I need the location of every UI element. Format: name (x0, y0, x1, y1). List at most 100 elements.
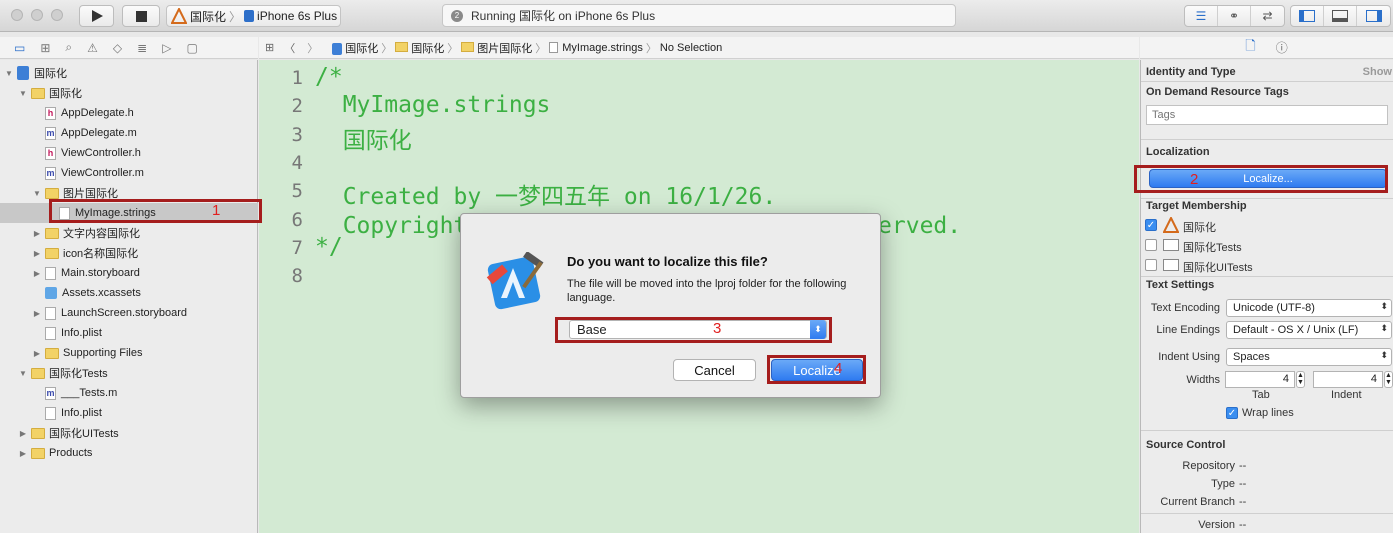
standard-editor-button[interactable]: ☰ (1185, 6, 1218, 26)
type-label: Type (1211, 478, 1235, 490)
disclosure-closed-icon[interactable]: ▶ (18, 429, 28, 438)
tree-item-label: 国际化Tests (49, 368, 108, 380)
assistant-editor-button[interactable]: ⚭ (1218, 6, 1251, 26)
disclosure-open-icon[interactable]: ▼ (4, 69, 14, 78)
file-inspector-icon[interactable]: 🗋 (1245, 37, 1255, 59)
activity-status: 2 Running 国际化 on iPhone 6s Plus (442, 4, 956, 27)
indent-width-stepper[interactable]: ▲ ▼ (1384, 371, 1393, 388)
toggle-debug-button[interactable] (1324, 6, 1357, 26)
tree-item-label: Assets.xcassets (62, 287, 141, 299)
breadcrumb-file[interactable]: MyImage.strings (549, 42, 643, 54)
indent-using-popup[interactable]: Spaces ⬍ (1226, 348, 1392, 366)
forward-arrow-icon[interactable]: 〉 (307, 40, 318, 56)
dialog-message: The file will be moved into the lproj fo… (567, 278, 847, 304)
breadcrumb-project[interactable]: 国际化 (332, 40, 378, 56)
implementation-file-icon: m (45, 386, 56, 400)
annotation-box-2 (1134, 165, 1388, 193)
breadcrumb-subgroup[interactable]: 图片国际化 (461, 40, 532, 56)
tree-item-label: ___Tests.m (61, 387, 118, 399)
file-inspector: Identity and Type Show On Demand Resourc… (1140, 60, 1393, 533)
disclosure-open-icon[interactable]: ▼ (18, 89, 28, 98)
toggle-utilities-button[interactable] (1357, 6, 1390, 26)
breadcrumb-separator-icon: 〉 (645, 42, 657, 55)
line-endings-popup[interactable]: Default - OS X / Unix (LF) ⬍ (1226, 321, 1392, 339)
close-window-button[interactable] (11, 9, 23, 21)
code-line: /* (315, 64, 343, 90)
tree-item[interactable]: ▶ Products (0, 443, 258, 463)
disclosure-closed-icon[interactable]: ▶ (32, 249, 42, 258)
stop-icon (136, 11, 147, 22)
tree-item-label: 国际化 (49, 88, 82, 100)
stop-button[interactable] (122, 5, 160, 27)
tree-item[interactable]: Info.plist (0, 403, 258, 423)
file-icon (45, 406, 56, 420)
tree-item[interactable]: Assets.xcassets (0, 283, 258, 303)
search-icon[interactable]: ⌕ (65, 40, 72, 55)
tags-input[interactable] (1146, 105, 1388, 125)
tree-item[interactable]: ▶ 文字内容国际化 (0, 223, 258, 243)
repository-label: Repository (1182, 460, 1235, 472)
tree-item[interactable]: h AppDelegate.h (0, 103, 258, 123)
report-navigator-icon[interactable]: ▢ (186, 41, 197, 55)
tree-item[interactable]: Info.plist (0, 323, 258, 343)
file-icon (45, 306, 56, 320)
back-arrow-icon[interactable]: 〈 (284, 40, 295, 56)
quick-help-icon[interactable]: ⓘ (1276, 39, 1288, 56)
tree-item[interactable]: ▼ 国际化Tests (0, 363, 258, 383)
text-encoding-popup[interactable]: Unicode (UTF-8) ⬍ (1226, 299, 1392, 317)
toolbar: 国际化 〉 iPhone 6s Plus 2 Running 国际化 on iP… (0, 0, 1393, 32)
tree-item[interactable]: m AppDelegate.m (0, 123, 258, 143)
lines-icon: ☰ (1195, 9, 1207, 23)
app-target-icon (1163, 217, 1179, 233)
disclosure-open-icon[interactable]: ▼ (18, 369, 28, 378)
section-divider (1141, 513, 1393, 514)
target-checkbox-tests[interactable] (1145, 239, 1157, 251)
tree-item[interactable]: ▶ 国际化UITests (0, 423, 258, 443)
target-checkbox-uitests[interactable] (1145, 259, 1157, 271)
section-divider (1141, 430, 1393, 431)
source-control-title: Source Control (1146, 439, 1226, 451)
disclosure-closed-icon[interactable]: ▶ (32, 229, 42, 238)
tree-item[interactable]: ▶ icon名称国际化 (0, 243, 258, 263)
repository-value: -- (1239, 460, 1247, 472)
tree-item[interactable]: m ViewController.m (0, 163, 258, 183)
tree-item[interactable]: ▼ 国际化 (0, 83, 258, 103)
code-line: MyImage.strings (315, 92, 551, 119)
tree-item[interactable]: h ViewController.h (0, 143, 258, 163)
zoom-window-button[interactable] (51, 9, 63, 21)
disclosure-closed-icon[interactable]: ▶ (18, 449, 28, 458)
project-navigator-icon[interactable]: ▭ (14, 41, 25, 55)
issue-navigator-icon[interactable]: ⚠ (87, 41, 98, 55)
breakpoint-navigator-icon[interactable]: ▷ (162, 41, 171, 55)
tree-item[interactable]: ▶ LaunchScreen.storyboard (0, 303, 258, 323)
tree-item[interactable]: ▶ Supporting Files (0, 343, 258, 363)
run-button[interactable] (79, 5, 114, 27)
disclosure-closed-icon[interactable]: ▶ (32, 309, 42, 318)
tree-item[interactable]: ▶ Main.storyboard (0, 263, 258, 283)
version-editor-button[interactable]: ⇄ (1251, 6, 1284, 26)
minimize-window-button[interactable] (31, 9, 43, 21)
disclosure-closed-icon[interactable]: ▶ (32, 269, 42, 278)
tree-item[interactable]: m ___Tests.m (0, 383, 258, 403)
tab-width-stepper[interactable]: ▲ ▼ (1296, 371, 1305, 388)
wrap-lines-checkbox[interactable]: ✓ (1226, 407, 1238, 419)
tab-width-field[interactable]: 4 (1225, 371, 1295, 388)
breadcrumb-selection[interactable]: No Selection (660, 42, 722, 54)
debug-navigator-icon[interactable]: ≣ (137, 41, 147, 55)
breadcrumb-group[interactable]: 国际化 (395, 40, 444, 56)
symbol-navigator-icon[interactable]: ⊞ (40, 41, 50, 55)
indent-width-field[interactable]: 4 (1313, 371, 1383, 388)
target-checkbox-main[interactable]: ✓ (1145, 219, 1157, 231)
tree-item-label: icon名称国际化 (63, 248, 139, 260)
disclosure-open-icon[interactable]: ▼ (32, 189, 42, 198)
toggle-navigator-button[interactable] (1291, 6, 1324, 26)
implementation-file-icon: m (45, 166, 56, 180)
tree-item[interactable]: ▼ 国际化 (0, 63, 258, 83)
related-items-icon[interactable]: ⊞ (265, 41, 274, 54)
disclosure-closed-icon[interactable]: ▶ (32, 349, 42, 358)
scheme-selector[interactable]: 国际化 〉 iPhone 6s Plus (166, 5, 341, 27)
cancel-button[interactable]: Cancel (673, 359, 756, 381)
identity-show-link[interactable]: Show (1363, 66, 1392, 78)
test-navigator-icon[interactable]: ◇ (113, 41, 122, 55)
branch-label: Current Branch (1160, 496, 1235, 508)
